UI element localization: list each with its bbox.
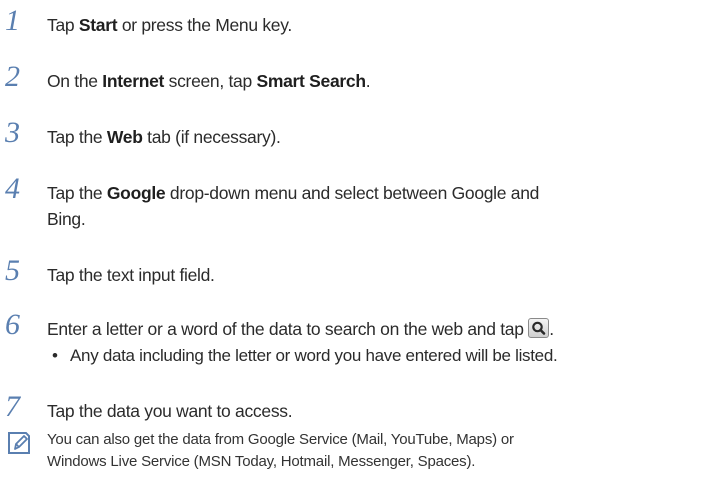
search-icon (528, 318, 550, 338)
step-text: On the Internet screen, tap Smart Search… (47, 71, 371, 91)
step-text: Tap the Web tab (if necessary). (47, 127, 281, 147)
note-text: You can also get the data from Google Se… (47, 431, 514, 470)
step-text: Tap the Google drop-down menu and select… (47, 183, 540, 229)
step-number: 4 (5, 172, 20, 205)
step-number: 3 (5, 116, 20, 149)
step-number: 5 (5, 254, 20, 287)
step-text: Tap Start or press the Menu key. (47, 15, 292, 35)
step-text: Enter a letter or a word of the data to … (47, 318, 554, 339)
ui-term-smart-search: Smart Search (256, 71, 366, 91)
step-number: 1 (5, 4, 20, 37)
bullet-item: • Any data including the letter or word y… (52, 346, 558, 365)
note-pencil-icon (6, 430, 32, 456)
ui-term-start: Start (78, 15, 118, 35)
step-number: 7 (5, 390, 20, 423)
step-text: Tap the data you want to access. (47, 401, 293, 421)
ui-term-google: Google (106, 183, 166, 203)
step-number: 6 (5, 308, 20, 341)
ui-term-web: Web (106, 127, 143, 147)
ui-term-internet: Internet (102, 71, 165, 91)
step-text: Tap the text input field. (47, 265, 215, 285)
step-number: 2 (5, 60, 20, 93)
